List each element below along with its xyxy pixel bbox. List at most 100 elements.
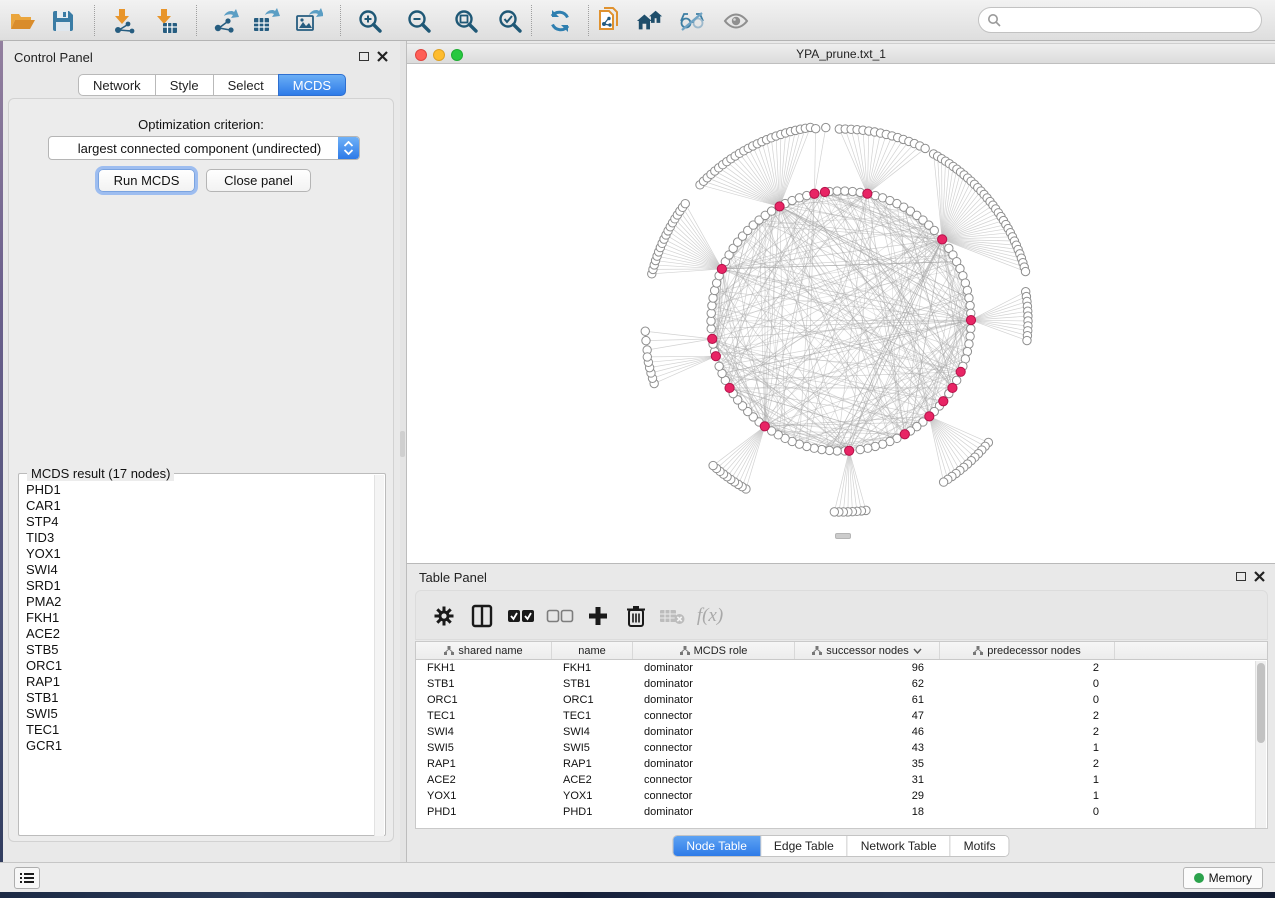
close-panel-icon[interactable] bbox=[377, 51, 388, 62]
mcds-result-item[interactable]: YOX1 bbox=[20, 546, 376, 562]
mcds-result-item[interactable]: TID3 bbox=[20, 530, 376, 546]
network-node[interactable] bbox=[833, 447, 841, 455]
mcds-hub-node[interactable] bbox=[966, 315, 975, 324]
search-field[interactable] bbox=[978, 7, 1262, 33]
network-hscrollbar-thumb[interactable] bbox=[835, 533, 851, 539]
mcds-hub-node[interactable] bbox=[775, 202, 784, 211]
network-node[interactable] bbox=[1023, 336, 1031, 344]
network-node[interactable] bbox=[966, 332, 974, 340]
close-window-traffic-light[interactable] bbox=[415, 49, 427, 61]
table-row[interactable]: SWI5SWI5connector431 bbox=[416, 740, 1267, 756]
table-row[interactable]: RAP1RAP1dominator352 bbox=[416, 756, 1267, 772]
zoom-selected-icon[interactable] bbox=[496, 7, 524, 35]
mcds-result-item[interactable]: GCR1 bbox=[20, 738, 376, 754]
export-network-icon[interactable] bbox=[212, 7, 240, 35]
mcds-hub-node[interactable] bbox=[725, 383, 734, 392]
mcds-result-item[interactable]: STP4 bbox=[20, 514, 376, 530]
mcds-hub-node[interactable] bbox=[900, 430, 909, 439]
column-mode-icon[interactable] bbox=[468, 602, 496, 630]
network-node[interactable] bbox=[965, 294, 973, 302]
delete-column-icon[interactable] bbox=[622, 602, 650, 630]
table-scrollbar-thumb[interactable] bbox=[1257, 663, 1265, 743]
mcds-result-item[interactable]: FKH1 bbox=[20, 610, 376, 626]
clone-network-icon[interactable] bbox=[594, 7, 622, 35]
mcds-hub-node[interactable] bbox=[939, 397, 948, 406]
tab-select[interactable]: Select bbox=[213, 74, 278, 96]
mcds-hub-node[interactable] bbox=[711, 352, 720, 361]
mcds-hub-node[interactable] bbox=[845, 446, 854, 455]
mcds-result-item[interactable]: SRD1 bbox=[20, 578, 376, 594]
mcds-hub-node[interactable] bbox=[760, 422, 769, 431]
mcds-result-item[interactable]: STB1 bbox=[20, 690, 376, 706]
column-header-predecessor-nodes[interactable]: predecessor nodes bbox=[940, 642, 1115, 659]
mcds-hub-node[interactable] bbox=[708, 334, 717, 343]
network-node[interactable] bbox=[643, 353, 651, 361]
network-node[interactable] bbox=[930, 226, 938, 234]
network-node[interactable] bbox=[708, 301, 716, 309]
network-node[interactable] bbox=[965, 340, 973, 348]
mcds-result-item[interactable]: ACE2 bbox=[20, 626, 376, 642]
refresh-layout-icon[interactable] bbox=[546, 7, 574, 35]
network-node[interactable] bbox=[709, 294, 717, 302]
minimize-window-traffic-light[interactable] bbox=[433, 49, 445, 61]
network-node[interactable] bbox=[818, 445, 826, 453]
mcds-result-item[interactable]: TEC1 bbox=[20, 722, 376, 738]
import-network-icon[interactable] bbox=[110, 7, 138, 35]
table-row[interactable]: FKH1FKH1dominator962 bbox=[416, 660, 1267, 676]
zoom-in-icon[interactable] bbox=[356, 7, 384, 35]
memory-button[interactable]: Memory bbox=[1183, 867, 1263, 889]
network-window-titlebar[interactable]: YPA_prune.txt_1 bbox=[407, 43, 1275, 64]
network-node[interactable] bbox=[939, 478, 947, 486]
gear-icon[interactable] bbox=[430, 602, 458, 630]
zoom-fit-icon[interactable] bbox=[452, 7, 480, 35]
home-networks-icon[interactable] bbox=[636, 7, 664, 35]
tab-edge-table[interactable]: Edge Table bbox=[761, 836, 848, 856]
column-header-successor-nodes[interactable]: successor nodes bbox=[795, 642, 940, 659]
table-row[interactable]: PHD1PHD1dominator180 bbox=[416, 804, 1267, 820]
network-node[interactable] bbox=[966, 301, 974, 309]
network-canvas[interactable] bbox=[407, 64, 1275, 563]
close-table-panel-icon[interactable] bbox=[1254, 571, 1265, 582]
mcds-result-list[interactable]: PHD1CAR1STP4TID3YOX1SWI4SRD1PMA2FKH1ACE2… bbox=[20, 482, 376, 835]
network-node[interactable] bbox=[642, 336, 650, 344]
mcds-result-item[interactable]: SWI5 bbox=[20, 706, 376, 722]
search-input[interactable] bbox=[1001, 13, 1261, 27]
open-folder-icon[interactable] bbox=[9, 7, 37, 35]
mcds-hub-node[interactable] bbox=[956, 367, 965, 376]
network-node[interactable] bbox=[841, 187, 849, 195]
table-row[interactable]: STB1STB1dominator620 bbox=[416, 676, 1267, 692]
network-node[interactable] bbox=[967, 325, 975, 333]
table-row[interactable]: SWI4SWI4dominator462 bbox=[416, 724, 1267, 740]
run-mcds-button[interactable]: Run MCDS bbox=[98, 169, 195, 192]
column-header-shared-name[interactable]: shared name bbox=[416, 642, 552, 659]
column-header-MCDS-role[interactable]: MCDS role bbox=[633, 642, 795, 659]
mcds-result-item[interactable]: SWI4 bbox=[20, 562, 376, 578]
network-node[interactable] bbox=[822, 123, 830, 131]
float-table-panel-icon[interactable] bbox=[1236, 572, 1246, 581]
table-scrollbar[interactable] bbox=[1255, 661, 1266, 828]
splitter-handle[interactable] bbox=[400, 431, 405, 457]
optimization-criterion-select[interactable]: largest connected component (undirected) bbox=[48, 136, 360, 160]
table-row[interactable]: TEC1TEC1connector472 bbox=[416, 708, 1267, 724]
mcds-hub-node[interactable] bbox=[717, 264, 726, 273]
mcds-hub-node[interactable] bbox=[948, 383, 957, 392]
mcds-result-item[interactable]: RAP1 bbox=[20, 674, 376, 690]
import-table-icon[interactable] bbox=[152, 7, 180, 35]
mcds-hub-node[interactable] bbox=[925, 412, 934, 421]
table-row[interactable]: ORC1ORC1dominator610 bbox=[416, 692, 1267, 708]
tab-node-table[interactable]: Node Table bbox=[673, 836, 761, 856]
tab-network-table[interactable]: Network Table bbox=[848, 836, 951, 856]
network-node[interactable] bbox=[707, 317, 715, 325]
tab-network[interactable]: Network bbox=[78, 74, 155, 96]
mcds-hub-node[interactable] bbox=[820, 187, 829, 196]
export-image-icon[interactable] bbox=[295, 7, 323, 35]
network-node[interactable] bbox=[848, 187, 856, 195]
network-node[interactable] bbox=[641, 327, 649, 335]
network-node[interactable] bbox=[709, 461, 717, 469]
network-node[interactable] bbox=[856, 445, 864, 453]
network-node[interactable] bbox=[921, 144, 929, 152]
mcds-result-item[interactable]: STB5 bbox=[20, 642, 376, 658]
deselect-all-icon[interactable] bbox=[546, 602, 574, 630]
mcds-result-item[interactable]: CAR1 bbox=[20, 498, 376, 514]
network-node[interactable] bbox=[707, 309, 715, 317]
